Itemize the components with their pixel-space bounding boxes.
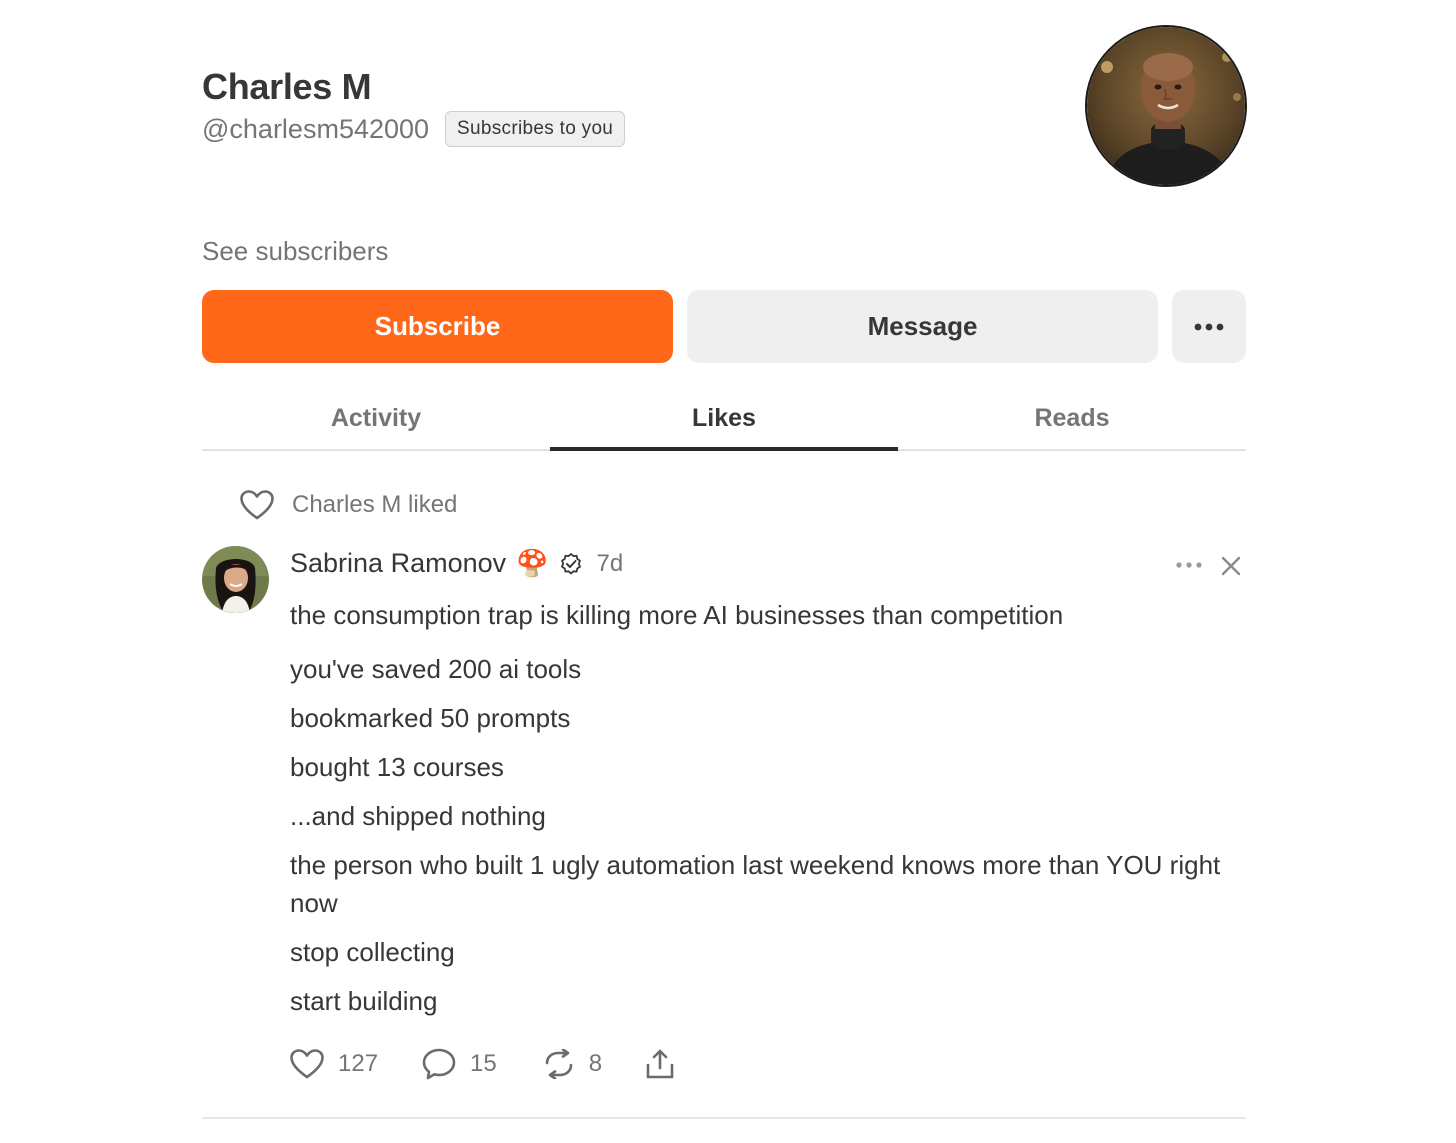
post-actions: 127 15 8 xyxy=(290,1048,676,1080)
comment-button[interactable]: 15 xyxy=(422,1048,497,1080)
author-avatar[interactable] xyxy=(202,546,269,613)
post-line: the consumption trap is killing more AI … xyxy=(290,600,1064,630)
more-horizontal-icon xyxy=(1194,323,1224,330)
like-count: 127 xyxy=(338,1050,379,1077)
post-line: ...and shipped nothing xyxy=(290,801,546,831)
post-options-button[interactable] xyxy=(1172,550,1206,580)
verified-badge-icon xyxy=(560,552,581,574)
profile-tabs: Activity Likes Reads xyxy=(202,388,1246,451)
post-line: bookmarked 50 prompts xyxy=(290,703,571,733)
dismiss-post-button[interactable] xyxy=(1216,551,1246,581)
divider xyxy=(202,1117,1246,1119)
comment-icon xyxy=(422,1048,456,1080)
subscribes-to-you-badge: Subscribes to you xyxy=(445,111,626,147)
profile-avatar[interactable] xyxy=(1085,25,1247,187)
post-line: the person who built 1 ugly automation l… xyxy=(290,850,1221,918)
share-icon xyxy=(646,1049,674,1079)
restack-button[interactable]: 8 xyxy=(543,1049,602,1079)
handle-row: @charlesm542000 Subscribes to you xyxy=(202,111,626,147)
more-horizontal-icon xyxy=(1176,562,1202,568)
tab-activity[interactable]: Activity xyxy=(202,388,550,449)
restack-count: 8 xyxy=(588,1050,603,1077)
share-button[interactable] xyxy=(644,1048,676,1080)
post-line: bought 13 courses xyxy=(290,752,504,782)
subscribe-button[interactable]: Subscribe xyxy=(202,290,673,363)
heart-icon xyxy=(290,1049,324,1079)
post-line: you've saved 200 ai tools xyxy=(290,654,582,684)
author-name[interactable]: Sabrina Ramonov xyxy=(290,548,506,579)
see-subscribers-link[interactable]: See subscribers xyxy=(202,236,388,267)
profile-handle: @charlesm542000 xyxy=(202,113,430,144)
heart-icon xyxy=(240,490,274,520)
post-body[interactable]: the consumption trap is killing more AI … xyxy=(290,596,1240,1031)
profile-name: Charles M xyxy=(202,66,372,107)
post-header: Sabrina Ramonov 🍄 7d xyxy=(290,548,623,579)
mushroom-emoji: 🍄 xyxy=(516,548,549,578)
close-icon xyxy=(1221,556,1241,576)
post-line: stop collecting xyxy=(290,937,455,967)
post-line: start building xyxy=(290,986,438,1016)
tab-likes[interactable]: Likes xyxy=(550,388,898,451)
message-button[interactable]: Message xyxy=(687,290,1158,363)
comment-count: 15 xyxy=(470,1050,497,1077)
liked-label: Charles M liked xyxy=(292,491,458,518)
liked-context: Charles M liked xyxy=(240,490,457,520)
restack-icon xyxy=(545,1049,573,1079)
like-button[interactable]: 127 xyxy=(290,1049,378,1079)
more-options-button[interactable] xyxy=(1172,290,1246,363)
tab-reads[interactable]: Reads xyxy=(898,388,1246,449)
post-time: 7d xyxy=(596,549,624,577)
